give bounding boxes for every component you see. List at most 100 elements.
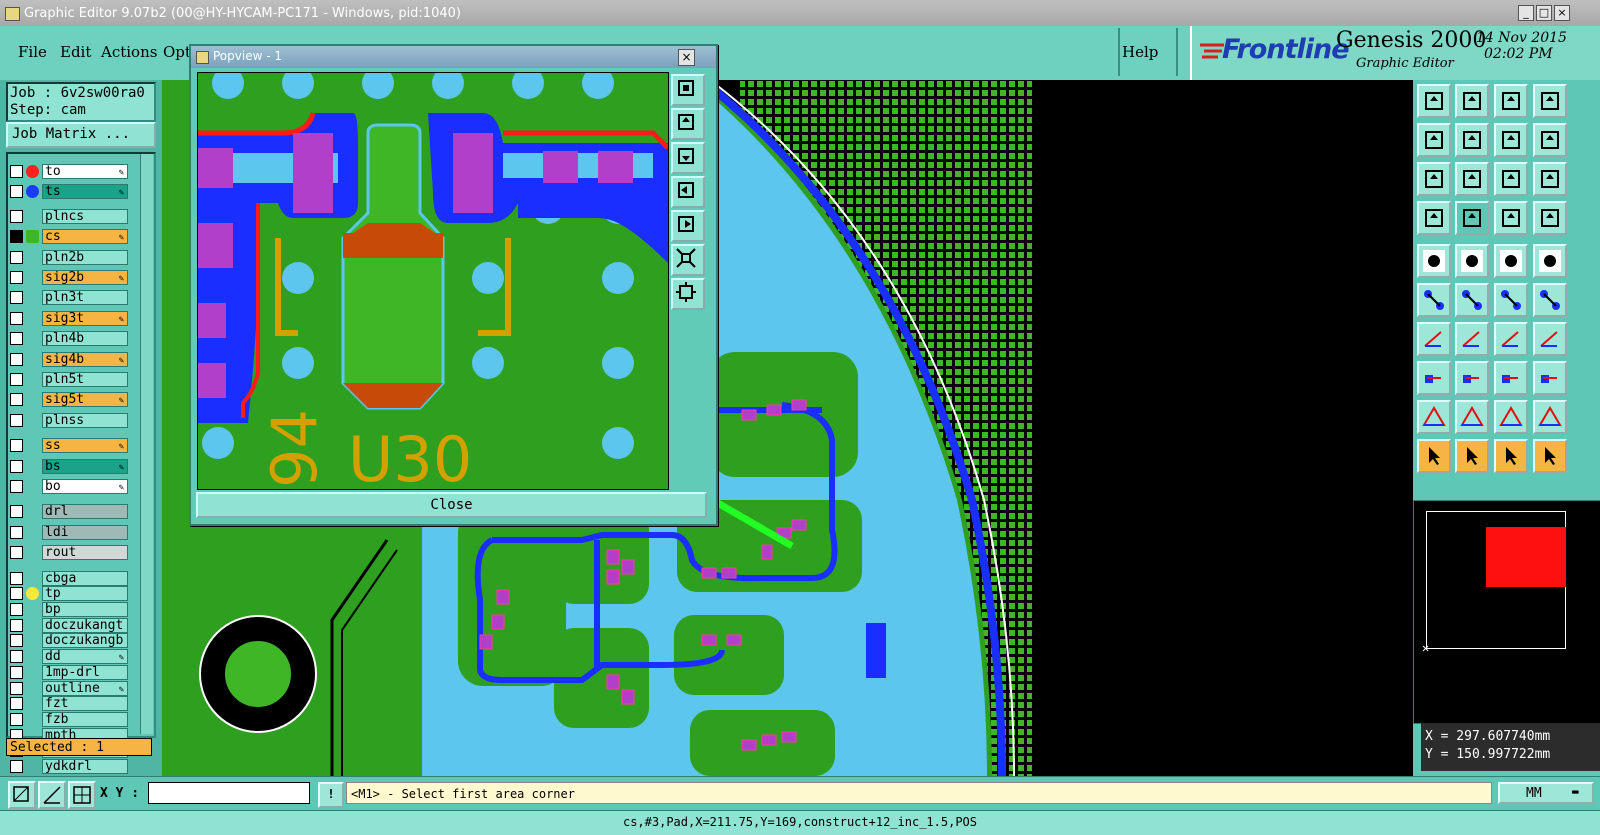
layer-checkbox[interactable] [10, 271, 23, 284]
units-select[interactable]: MM ▬ [1498, 782, 1594, 804]
layer-row-plnss[interactable]: plnss [10, 412, 128, 428]
layer-checkbox[interactable] [10, 459, 23, 473]
layer-row-cbga[interactable]: cbga [10, 570, 128, 586]
layer-name[interactable]: sig3t ✎ [42, 310, 128, 326]
popview-pan-down-button[interactable] [671, 142, 705, 174]
record-tool-button[interactable] [1533, 244, 1567, 278]
layer-checkbox[interactable] [10, 665, 23, 679]
layer-checkbox[interactable] [10, 439, 23, 453]
layer-checkbox[interactable] [10, 209, 23, 223]
select-net-tool-button[interactable] [1533, 439, 1567, 473]
popview-pan-right-button[interactable] [671, 210, 705, 242]
layer-name[interactable]: doczukangt [42, 617, 128, 633]
menu-edit[interactable]: Edit [60, 43, 91, 61]
popview-zoom-in-button[interactable] [671, 244, 705, 276]
popview-close-button[interactable]: Close [196, 492, 707, 518]
layer-name[interactable]: pln4b [42, 331, 128, 347]
xy-input[interactable] [148, 782, 310, 804]
layer-row-ts[interactable]: ts ✎ [10, 184, 128, 200]
layer-checkbox[interactable] [10, 393, 23, 407]
select-tool-button[interactable] [1417, 439, 1451, 473]
dash-tool-button[interactable] [1455, 361, 1489, 395]
layer-name[interactable]: pln5t [42, 372, 128, 387]
overview-map[interactable]: ✕ [1413, 500, 1600, 724]
delete-tool-button[interactable] [1455, 283, 1489, 317]
layer-checkbox[interactable] [10, 230, 23, 244]
layer-name[interactable]: sig4b ✎ [42, 351, 128, 367]
layer-checkbox[interactable] [10, 373, 23, 386]
script-tool-button[interactable] [1533, 123, 1567, 157]
layer-row-sig3t[interactable]: sig3t ✎ [10, 310, 128, 326]
copy-tool-button[interactable] [1533, 283, 1567, 317]
layer-name[interactable]: bo ✎ [42, 479, 128, 494]
angle-tool-button[interactable] [1417, 322, 1451, 356]
layer-row-to[interactable]: to ✎ [10, 164, 128, 179]
group-tool-button[interactable] [1533, 361, 1567, 395]
import-tool-button[interactable] [1417, 123, 1451, 157]
overview-viewport[interactable] [1486, 527, 1566, 587]
layer-name[interactable]: doczukangb [42, 633, 128, 649]
layer-name[interactable]: ldi [42, 524, 128, 540]
alert-icon[interactable]: ! [318, 782, 344, 808]
zoom-center-tool-button[interactable] [1455, 162, 1489, 196]
job-matrix-button[interactable]: Job Matrix ... [6, 122, 156, 148]
layer-name[interactable]: 1mp-drl [42, 664, 128, 680]
query-tool-button[interactable] [1533, 162, 1567, 196]
open-job-tool-button[interactable] [1417, 84, 1451, 118]
snap-button[interactable] [8, 781, 36, 809]
layer-name[interactable]: cs ✎ [42, 229, 128, 245]
rotate-tool-button[interactable] [1494, 322, 1528, 356]
home-tool-button[interactable] [1494, 84, 1528, 118]
layer-row-doczukangb[interactable]: doczukangb [10, 633, 128, 649]
layer-row-pln3t[interactable]: pln3t [10, 290, 128, 306]
layer-row-tp[interactable]: tp [10, 586, 128, 602]
close-window-button[interactable]: × [1554, 5, 1570, 21]
layer-row-ss[interactable]: ss ✎ [10, 438, 128, 454]
layer-checkbox[interactable] [10, 480, 23, 493]
layer-checkbox[interactable] [10, 505, 23, 519]
layer-name[interactable]: fzb [42, 711, 128, 727]
select-poly-tool-button[interactable] [1494, 439, 1528, 473]
layer-checkbox[interactable] [10, 603, 23, 616]
popview-pan-left-button[interactable] [671, 176, 705, 208]
arc-alt-tool-button[interactable] [1494, 400, 1528, 434]
scale-1-2-tool-button[interactable] [1494, 162, 1528, 196]
grid-view-tool-button[interactable] [1455, 201, 1489, 235]
layer-row-rout[interactable]: rout [10, 545, 128, 561]
move-tool-button[interactable] [1494, 283, 1528, 317]
layer-checkbox[interactable] [10, 571, 23, 585]
popview-zoom-out-button[interactable] [671, 278, 705, 310]
export-tool-button[interactable] [1455, 123, 1489, 157]
popview-close-icon[interactable]: × [678, 49, 695, 66]
measure-tool-button[interactable] [1494, 361, 1528, 395]
layer-name[interactable]: sig5t ✎ [42, 392, 128, 408]
layer-row-pln4b[interactable]: pln4b [10, 331, 128, 347]
layer-color-dot-icon[interactable] [26, 587, 39, 601]
layer-name[interactable]: ss ✎ [42, 438, 128, 454]
layer-checkbox[interactable] [10, 712, 23, 726]
layer-name[interactable]: drl [42, 504, 128, 520]
layer-row-sig5t[interactable]: sig5t ✎ [10, 392, 128, 408]
grid-button[interactable] [68, 781, 96, 809]
layer-name[interactable]: plnss [42, 412, 128, 428]
save-tool-button[interactable] [1455, 84, 1489, 118]
layer-name[interactable]: ydkdrl [42, 759, 128, 774]
layer-row-drl[interactable]: drl [10, 504, 128, 520]
window-tool-button[interactable] [1533, 84, 1567, 118]
layer-checkbox[interactable] [10, 525, 23, 539]
layer-checkbox[interactable] [10, 413, 23, 427]
layer-checkbox[interactable] [10, 185, 23, 199]
layer-checkbox[interactable] [10, 634, 23, 648]
popview-zoom-area[interactable]: U30 94 [197, 72, 669, 490]
layer-checkbox[interactable] [10, 760, 23, 773]
traffic-net-tool-button[interactable] [1533, 201, 1567, 235]
layer-row-fzt[interactable]: fzt [10, 696, 128, 712]
select-box-tool-button[interactable] [1455, 439, 1489, 473]
triangle-tool-button[interactable] [1417, 400, 1451, 434]
layer-row-pln5t[interactable]: pln5t [10, 372, 128, 387]
popview-title-bar[interactable]: Popview - 1 × [191, 46, 716, 68]
layer-row-cs[interactable]: cs ✎ [10, 229, 128, 245]
minimize-button[interactable]: _ [1518, 5, 1534, 21]
layer-list-scrollbar[interactable] [140, 154, 153, 734]
layer-row-pln2b[interactable]: pln2b [10, 249, 128, 265]
